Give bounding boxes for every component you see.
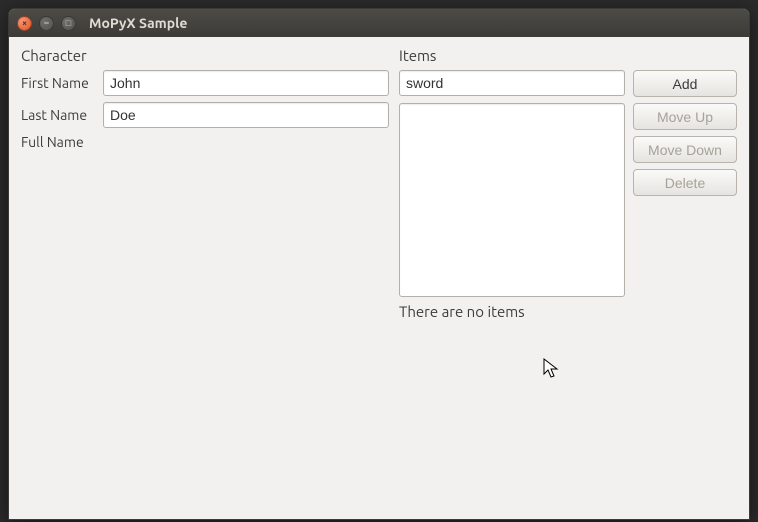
first-name-input[interactable] [103,70,389,96]
move-down-button[interactable]: Move Down [633,136,737,163]
window-title: MoPyX Sample [89,15,187,31]
maximize-icon[interactable]: □ [61,16,76,31]
add-button[interactable]: Add [633,70,737,97]
items-status: There are no items [399,303,737,320]
full-name-label: Full Name [21,134,99,150]
content-area: Character First Name Last Name Full Name… [9,37,749,519]
items-heading: Items [399,47,737,64]
minimize-icon[interactable]: – [39,16,54,31]
app-window: × – □ MoPyX Sample Character First Name … [8,8,750,520]
new-item-input[interactable] [399,70,625,96]
items-panel: Items Add Move Up Move Down Delete There… [399,47,737,320]
first-name-label: First Name [21,75,99,91]
delete-button[interactable]: Delete [633,169,737,196]
item-actions: Move Up Move Down Delete [633,103,737,297]
character-heading: Character [21,47,389,64]
close-icon[interactable]: × [17,16,32,31]
last-name-input[interactable] [103,102,389,128]
items-listbox[interactable] [399,103,625,297]
move-up-button[interactable]: Move Up [633,103,737,130]
character-panel: Character First Name Last Name Full Name [21,47,389,320]
titlebar[interactable]: × – □ MoPyX Sample [9,9,749,37]
last-name-label: Last Name [21,107,99,123]
